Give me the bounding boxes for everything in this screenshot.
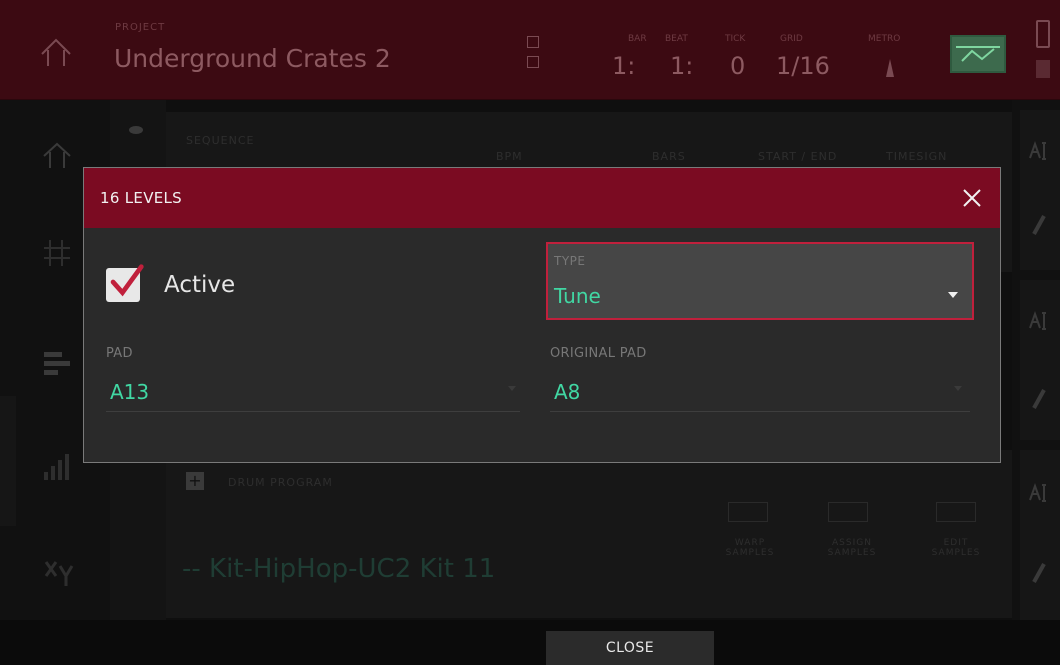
timesign-column: TIMESIGN: [886, 150, 948, 163]
bar-label: BAR: [628, 34, 647, 44]
sixteen-levels-dialog: 16 LEVELS Active TYPE Tune PAD A13 ORIGI…: [83, 167, 1001, 463]
grid-mode-icon[interactable]: [40, 236, 74, 270]
original-pad-value[interactable]: A8: [554, 380, 580, 404]
sequence-label: SEQUENCE: [186, 134, 255, 147]
checkmark-icon: [110, 264, 144, 297]
type-value: Tune: [554, 284, 601, 308]
waveform-icon: [956, 46, 1000, 62]
tick-value[interactable]: 0: [730, 52, 745, 80]
text-edit-icon[interactable]: [1028, 140, 1050, 162]
pad-value[interactable]: A13: [110, 380, 149, 404]
drum-program-panel: + DRUM PROGRAM -- Kit-HipHop-UC2 Kit 11 …: [166, 450, 1012, 618]
pencil-icon[interactable]: [1030, 214, 1048, 236]
warp-samples-label: WARP SAMPLES: [725, 538, 775, 558]
type-select[interactable]: TYPE Tune: [546, 242, 974, 320]
pencil-icon[interactable]: [1030, 388, 1048, 410]
pad-underline: [106, 411, 520, 412]
bars-column: BARS: [652, 150, 686, 163]
original-pad-underline: [550, 411, 970, 412]
dialog-header: 16 LEVELS: [84, 168, 1000, 228]
chevron-down-icon: [954, 386, 962, 391]
drum-program-label: DRUM PROGRAM: [228, 476, 333, 489]
grid-value[interactable]: 1/16: [776, 52, 830, 80]
record-icon[interactable]: [527, 56, 539, 68]
beat-label: BEAT: [665, 34, 688, 44]
xy-fx-icon[interactable]: [40, 556, 74, 590]
close-button[interactable]: CLOSE: [546, 631, 714, 665]
program-name[interactable]: -- Kit-HipHop-UC2 Kit 11: [182, 554, 495, 584]
rename-column-c: [1020, 450, 1060, 620]
chevron-down-icon: [948, 292, 958, 298]
main-mode-icon[interactable]: [40, 138, 74, 172]
bpm-column: BPM: [496, 150, 523, 163]
mixer-icon[interactable]: [40, 450, 74, 484]
text-edit-icon[interactable]: [1028, 310, 1050, 332]
footer-bar: [0, 620, 1060, 665]
waveform-button[interactable]: [950, 35, 1006, 73]
grid-label: GRID: [780, 34, 803, 44]
chevron-down-icon: [508, 386, 516, 391]
close-icon[interactable]: [958, 184, 986, 212]
cpu-icon: [1036, 60, 1050, 78]
project-name[interactable]: Underground Crates 2: [114, 44, 391, 73]
home-icon[interactable]: [36, 34, 76, 74]
dialog-title: 16 LEVELS: [100, 189, 183, 207]
rename-column-b: [1020, 280, 1060, 440]
loop-icon[interactable]: [527, 36, 539, 48]
warp-samples-icon[interactable]: [728, 502, 768, 522]
rename-column-a: [1020, 110, 1060, 270]
assign-samples-icon[interactable]: [828, 502, 868, 522]
tick-label: TICK: [725, 34, 746, 44]
add-program-button[interactable]: +: [186, 472, 204, 490]
nav-selection: [0, 396, 16, 526]
program-name-text: Kit-HipHop-UC2 Kit 11: [209, 554, 496, 584]
eye-icon[interactable]: [128, 124, 144, 136]
metronome-icon[interactable]: [880, 56, 900, 78]
type-label: TYPE: [554, 254, 586, 268]
text-edit-icon[interactable]: [1028, 482, 1050, 504]
project-label: PROJECT: [115, 22, 166, 33]
edit-samples-label: EDIT SAMPLES: [931, 538, 981, 558]
start-end-column: START / END: [758, 150, 838, 163]
active-label: Active: [164, 272, 236, 298]
original-pad-label: ORIGINAL PAD: [550, 346, 647, 361]
bar-value[interactable]: 1:: [612, 52, 635, 80]
edit-samples-icon[interactable]: [936, 502, 976, 522]
beat-value[interactable]: 1:: [670, 52, 693, 80]
pencil-icon[interactable]: [1030, 562, 1048, 584]
right-tools: [1012, 100, 1060, 620]
app-header: PROJECT Underground Crates 2 BAR BEAT TI…: [0, 0, 1060, 100]
battery-icon: [1036, 20, 1050, 48]
track-view-icon[interactable]: [40, 346, 74, 380]
pad-label: PAD: [106, 346, 133, 361]
assign-samples-label: ASSIGN SAMPLES: [827, 538, 877, 558]
active-checkbox[interactable]: [106, 264, 144, 302]
metronome-label: METRO: [868, 34, 901, 44]
